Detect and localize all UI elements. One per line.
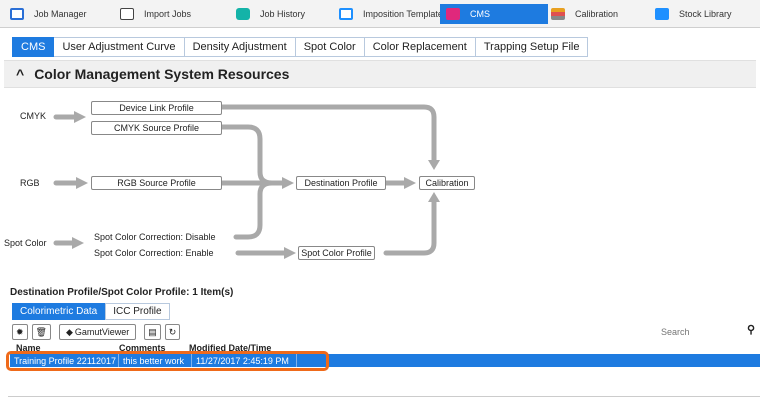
app-tab-bar: Job Manager Import Jobs Job History Impo… xyxy=(0,0,760,28)
tab-cms[interactable]: CMS xyxy=(440,4,548,24)
history-icon xyxy=(236,8,250,20)
calibration-icon xyxy=(551,8,565,20)
gear-icon: ✹ xyxy=(16,326,24,337)
tab-icc-profile[interactable]: ICC Profile xyxy=(105,303,170,320)
tab-label: Job Manager xyxy=(34,9,87,19)
tab-job-history[interactable]: Job History xyxy=(230,4,340,24)
input-spot-color: Spot Color xyxy=(4,238,47,248)
gamut-icon: ◆ xyxy=(65,326,73,337)
tab-label: Calibration xyxy=(575,9,619,19)
search-icon[interactable]: ⚲ xyxy=(747,323,755,336)
subtab-density-adjustment[interactable]: Density Adjustment xyxy=(184,37,296,57)
cms-icon xyxy=(446,8,460,20)
refresh-icon: ↻ xyxy=(168,326,177,337)
spot-correction-disable: Spot Color Correction: Disable xyxy=(94,232,216,242)
properties-button[interactable]: ▤ xyxy=(144,324,161,340)
rgb-source-profile-node[interactable]: RGB Source Profile xyxy=(91,176,222,190)
subtab-user-adjustment-curve[interactable]: User Adjustment Curve xyxy=(54,37,185,57)
input-cmyk: CMYK xyxy=(20,111,47,121)
destination-profile-node[interactable]: Destination Profile xyxy=(296,176,386,190)
tab-label: Import Jobs xyxy=(144,9,192,19)
tab-label: CMS xyxy=(470,9,490,19)
cms-workflow-diagram: CMYK RGB Spot Color Device Link Profile … xyxy=(4,90,756,270)
tab-stock-library[interactable]: Stock Library xyxy=(649,4,759,24)
refresh-button[interactable]: ↻ xyxy=(164,324,181,340)
section-title: Color Management System Resources xyxy=(34,66,290,82)
subtab-spot-color[interactable]: Spot Color xyxy=(295,37,365,57)
tab-job-manager[interactable]: Job Manager xyxy=(4,4,114,24)
import-icon xyxy=(120,8,134,20)
input-rgb: RGB xyxy=(20,178,40,188)
profile-toolbar: ✹ 🗑 ◆ GamutViewer ▤ ↻ xyxy=(12,324,181,340)
stock-icon xyxy=(655,8,669,20)
subtab-trapping-setup-file[interactable]: Trapping Setup File xyxy=(475,37,589,57)
profile-tab-bar: Colorimetric Data ICC Profile xyxy=(12,303,170,320)
divider xyxy=(8,396,760,397)
tab-calibration[interactable]: Calibration xyxy=(545,4,655,24)
cms-subtab-bar: CMS User Adjustment Curve Density Adjust… xyxy=(12,37,589,57)
search-input[interactable] xyxy=(655,324,745,339)
gamut-viewer-label: GamutViewer xyxy=(74,327,130,337)
list-icon: ▤ xyxy=(148,326,157,337)
subtab-color-replacement[interactable]: Color Replacement xyxy=(364,37,476,57)
trash-icon: 🗑 xyxy=(35,326,47,337)
tab-imposition-template[interactable]: Imposition Template xyxy=(333,4,443,24)
collapse-chevron-icon[interactable]: ^ xyxy=(16,66,24,82)
job-manager-icon xyxy=(10,8,24,20)
spot-correction-enable: Spot Color Correction: Enable xyxy=(94,248,214,258)
section-header[interactable]: ^ Color Management System Resources xyxy=(4,60,756,88)
cmyk-source-profile-node[interactable]: CMYK Source Profile xyxy=(91,121,222,135)
row-highlight-box xyxy=(6,351,329,371)
gamut-viewer-button[interactable]: ◆ GamutViewer xyxy=(58,324,137,340)
subtab-cms[interactable]: CMS xyxy=(12,37,55,57)
tab-label: Job History xyxy=(260,9,306,19)
settings-button[interactable]: ✹ xyxy=(12,324,28,340)
spot-color-profile-node[interactable]: Spot Color Profile xyxy=(298,246,375,260)
delete-button[interactable]: 🗑 xyxy=(31,324,51,340)
profile-list-title: Destination Profile/Spot Color Profile: … xyxy=(10,287,234,298)
tab-label: Stock Library xyxy=(679,9,732,19)
tab-colorimetric-data[interactable]: Colorimetric Data xyxy=(12,303,106,320)
calibration-node[interactable]: Calibration xyxy=(419,176,475,190)
tab-label: Imposition Template xyxy=(363,9,443,19)
imposition-icon xyxy=(339,8,353,20)
device-link-profile-node[interactable]: Device Link Profile xyxy=(91,101,222,115)
tab-import-jobs[interactable]: Import Jobs xyxy=(114,4,224,24)
